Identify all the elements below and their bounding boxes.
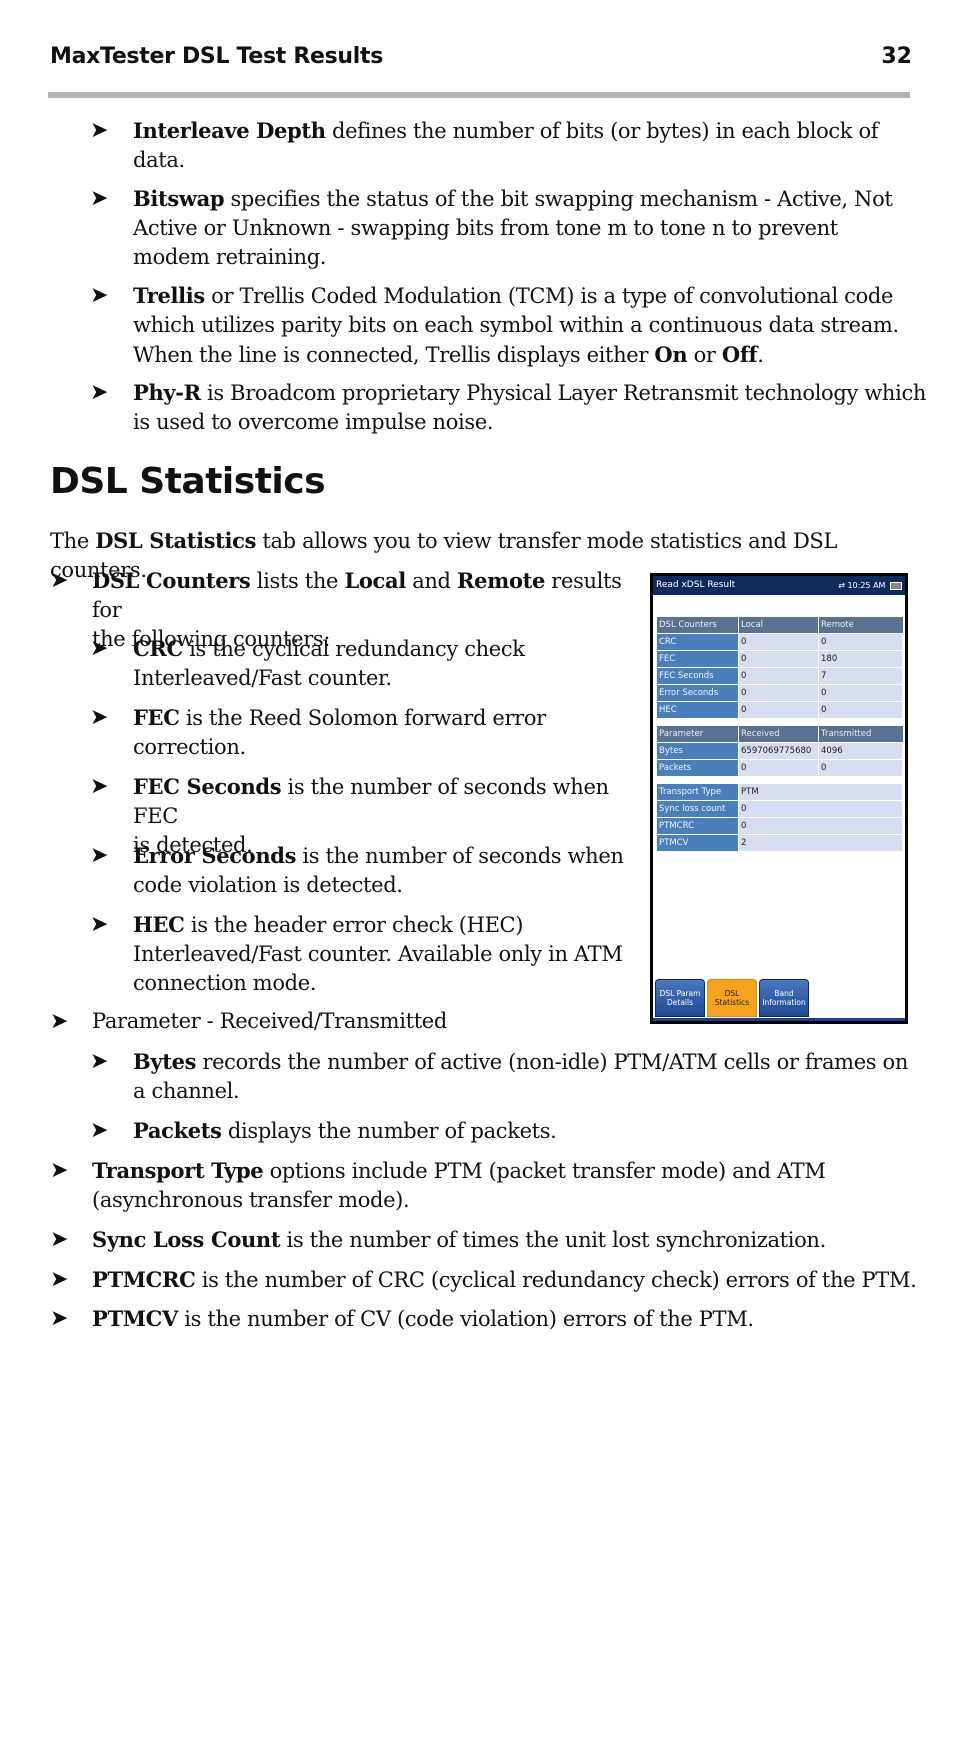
table-header-row: Parameter Received Transmitted: [657, 726, 903, 742]
bullet-hec: HEC is the header error check (HEC) Inte…: [133, 912, 623, 995]
device-time: 10:25 AM: [847, 581, 886, 590]
bullet-ptmcrc: PTMCRC is the number of CRC (cyclical re…: [92, 1267, 917, 1292]
term: Interleave Depth: [133, 118, 326, 143]
bullet-sync-loss-count: Sync Loss Count is the number of times t…: [92, 1227, 826, 1252]
device-bottom-bar: [653, 1018, 905, 1021]
bullet-bitswap: Bitswap specifies the status of the bit …: [133, 186, 893, 269]
header-divider: [48, 92, 910, 98]
table-header-row: DSL Counters Local Remote: [657, 617, 903, 633]
device-title: Read xDSL Result: [656, 580, 736, 590]
parameter-table: Parameter Received Transmitted Bytes 659…: [657, 725, 903, 777]
page-number: 32: [881, 44, 912, 69]
table-row: Bytes 6597069775680 4096: [657, 743, 903, 759]
bullet-transport-type: Transport Type options include PTM (pack…: [92, 1158, 826, 1212]
device-titlebar: Read xDSL Result ⇄ 10:25 AM: [653, 576, 905, 595]
bullet-arrow-icon: ➤: [90, 705, 109, 730]
page-header: MaxTester DSL Test Results 32: [50, 44, 912, 74]
bullet-fec: FEC is the Reed Solomon forward error co…: [133, 705, 546, 759]
tab-band-information[interactable]: Band Information: [759, 979, 809, 1017]
device-status-area: ⇄ 10:25 AM: [838, 576, 902, 595]
table-row: Sync loss count 0: [657, 801, 903, 817]
dsl-counters-table: DSL Counters Local Remote CRC 0 0 FEC 0 …: [657, 616, 903, 719]
bullet-arrow-icon: ➤: [50, 568, 69, 593]
bullet-crc: CRC is the cyclical redundancy check Int…: [133, 636, 525, 690]
bullet-arrow-icon: ➤: [50, 1009, 69, 1034]
bullet-arrow-icon: ➤: [90, 118, 109, 143]
document-title: MaxTester DSL Test Results: [50, 44, 384, 69]
device-screenshot: Read xDSL Result ⇄ 10:25 AM DSL Counters…: [650, 573, 908, 1024]
term: Trellis: [133, 283, 205, 308]
bullet-bytes: Bytes records the number of active (non-…: [133, 1049, 909, 1103]
bullet-arrow-icon: ➤: [90, 1049, 109, 1074]
bullet-arrow-icon: ➤: [90, 186, 109, 211]
transport-table: Transport Type PTM Sync loss count 0 PTM…: [657, 783, 903, 852]
tab-dsl-param-details[interactable]: DSL Param Details: [655, 979, 705, 1017]
section-heading: DSL Statistics: [50, 461, 326, 502]
table-row: FEC 0 180: [657, 651, 903, 667]
battery-icon: [890, 581, 902, 590]
table-row: HEC 0 0: [657, 702, 903, 718]
bullet-interleave-depth: Interleave Depth defines the number of b…: [133, 118, 879, 172]
term: Bitswap: [133, 186, 225, 211]
bullet-phy-r: Phy-R is Broadcom proprietary Physical L…: [133, 380, 927, 434]
bullet-arrow-icon: ➤: [90, 843, 109, 868]
tab-dsl-statistics[interactable]: DSL Statistics: [707, 979, 757, 1017]
bullet-arrow-icon: ➤: [90, 774, 109, 799]
bullet-packets: Packets displays the number of packets.: [133, 1118, 557, 1143]
term: Phy-R: [133, 380, 201, 405]
bullet-arrow-icon: ➤: [90, 636, 109, 661]
bullet-arrow-icon: ➤: [50, 1267, 69, 1292]
table-row: Transport Type PTM: [657, 784, 903, 800]
bullet-arrow-icon: ➤: [90, 1118, 109, 1143]
table-row: CRC 0 0: [657, 634, 903, 650]
bullet-arrow-icon: ➤: [50, 1158, 69, 1183]
table-row: PTMCRC 0: [657, 818, 903, 834]
table-row: Packets 0 0: [657, 760, 903, 776]
bullet-trellis: Trellis or Trellis Coded Modulation (TCM…: [133, 283, 899, 367]
bullet-error-seconds: Error Seconds is the number of seconds w…: [133, 843, 624, 897]
connection-icon: ⇄: [838, 581, 845, 590]
bullet-arrow-icon: ➤: [50, 1306, 69, 1331]
bullet-parameter: Parameter - Received/Transmitted: [92, 1009, 447, 1033]
bullet-ptmcv: PTMCV is the number of CV (code violatio…: [92, 1306, 754, 1331]
table-row: Error Seconds 0 0: [657, 685, 903, 701]
table-row: PTMCV 2: [657, 835, 903, 851]
table-row: FEC Seconds 0 7: [657, 668, 903, 684]
bullet-arrow-icon: ➤: [90, 380, 109, 405]
bullet-arrow-icon: ➤: [90, 283, 109, 308]
bullet-arrow-icon: ➤: [90, 912, 109, 937]
bullet-arrow-icon: ➤: [50, 1227, 69, 1252]
